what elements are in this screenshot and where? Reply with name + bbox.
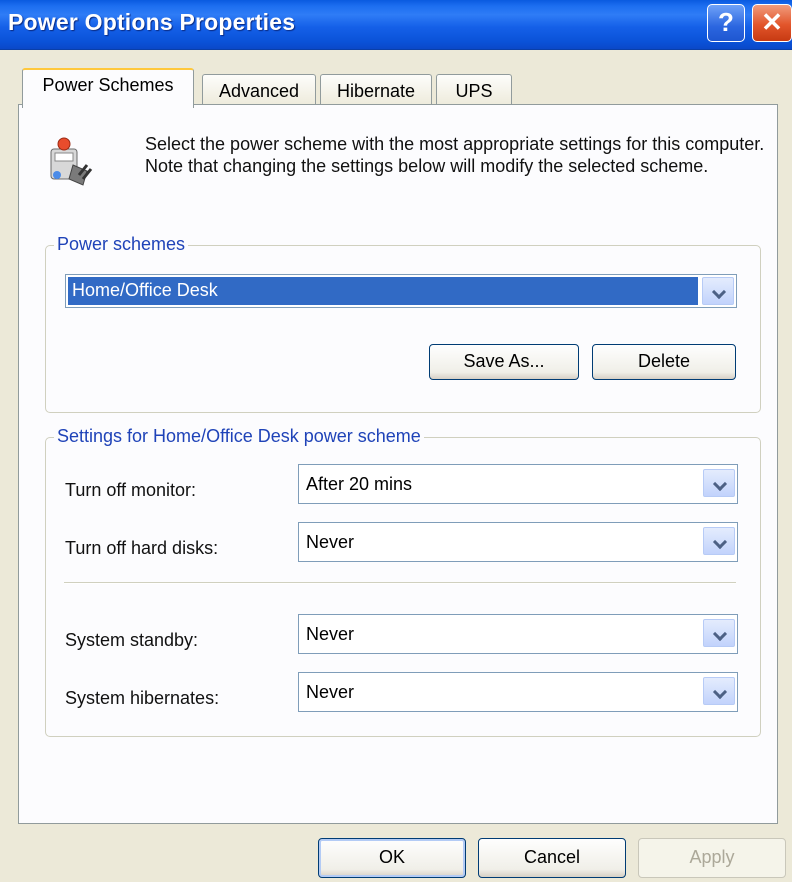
close-button[interactable]: ✕ bbox=[752, 4, 792, 42]
delete-button[interactable]: Delete bbox=[592, 344, 736, 380]
chevron-down-icon[interactable] bbox=[703, 527, 735, 555]
power-scheme-selected-value: Home/Office Desk bbox=[68, 277, 698, 305]
help-button[interactable]: ? bbox=[707, 4, 745, 42]
turn-off-hard-disks-select[interactable]: Never bbox=[298, 522, 738, 562]
power-schemes-group: Power schemes Home/Office Desk Save As..… bbox=[45, 234, 761, 413]
ok-button[interactable]: OK bbox=[318, 838, 466, 878]
cancel-button[interactable]: Cancel bbox=[478, 838, 626, 878]
system-standby-select[interactable]: Never bbox=[298, 614, 738, 654]
turn-off-hard-disks-label: Turn off hard disks: bbox=[65, 538, 219, 558]
system-standby-value: Never bbox=[306, 624, 355, 644]
window-title: Power Options Properties bbox=[8, 9, 296, 35]
system-hibernates-value: Never bbox=[306, 682, 355, 702]
chevron-down-icon[interactable] bbox=[703, 469, 735, 497]
apply-button: Apply bbox=[638, 838, 786, 878]
chevron-down-icon[interactable] bbox=[702, 277, 734, 305]
save-as-button[interactable]: Save As... bbox=[429, 344, 579, 380]
turn-off-monitor-select[interactable]: After 20 mins bbox=[298, 464, 738, 504]
system-hibernates-select[interactable]: Never bbox=[298, 672, 738, 712]
system-standby-label: System standby: bbox=[65, 630, 199, 650]
power-schemes-group-label: Power schemes bbox=[54, 234, 189, 255]
chevron-down-icon[interactable] bbox=[703, 619, 735, 647]
tab-hibernate[interactable]: Hibernate bbox=[320, 74, 432, 108]
tab-ups[interactable]: UPS bbox=[436, 74, 512, 108]
settings-divider bbox=[64, 582, 736, 584]
turn-off-hard-disks-value: Never bbox=[306, 532, 355, 552]
tab-power-schemes[interactable]: Power Schemes bbox=[22, 68, 194, 108]
power-scheme-icon bbox=[50, 137, 93, 186]
title-bar[interactable]: Power Options Properties ? ✕ bbox=[0, 0, 792, 50]
tab-advanced[interactable]: Advanced bbox=[202, 74, 316, 108]
chevron-down-icon[interactable] bbox=[703, 677, 735, 705]
settings-group-label: Settings for Home/Office Desk power sche… bbox=[54, 426, 424, 447]
help-icon: ? bbox=[718, 7, 734, 37]
settings-group: Settings for Home/Office Desk power sche… bbox=[45, 426, 761, 737]
turn-off-monitor-value: After 20 mins bbox=[306, 474, 413, 494]
system-hibernates-label: System hibernates: bbox=[65, 688, 220, 708]
tab-page-power-schemes: Select the power scheme with the most ap… bbox=[18, 104, 778, 824]
turn-off-monitor-label: Turn off monitor: bbox=[65, 480, 197, 500]
power-scheme-select[interactable]: Home/Office Desk bbox=[65, 274, 737, 308]
intro-text: Select the power scheme with the most ap… bbox=[145, 134, 765, 176]
close-icon: ✕ bbox=[761, 7, 783, 37]
